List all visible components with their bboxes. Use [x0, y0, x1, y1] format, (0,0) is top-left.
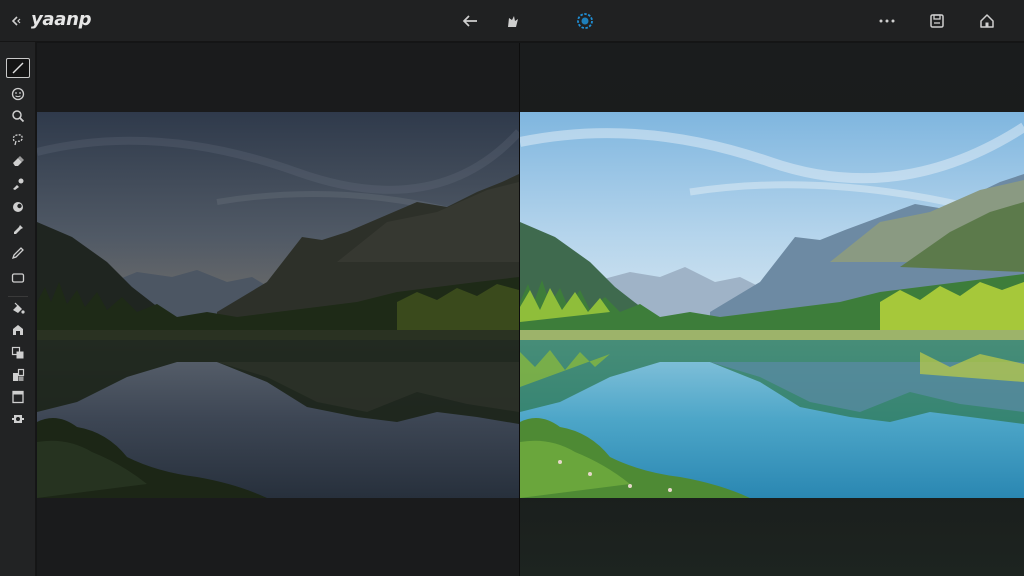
tool-blur[interactable]	[6, 197, 30, 217]
tool-stamp[interactable]	[6, 320, 30, 340]
tool-dropper[interactable]	[6, 220, 30, 240]
ai-enhance-icon	[577, 13, 593, 29]
ai-enhance-button[interactable]	[574, 0, 596, 42]
fill-icon	[13, 302, 25, 314]
tool-frame[interactable]	[6, 268, 30, 288]
tool-healing[interactable]	[6, 174, 30, 194]
save-button[interactable]	[926, 0, 948, 42]
after-photo[interactable]	[520, 112, 1024, 498]
face-retouch-icon	[11, 87, 25, 101]
collapse-button[interactable]	[6, 0, 26, 42]
frame-icon	[11, 273, 25, 283]
transform-icon	[11, 346, 24, 359]
home-button[interactable]	[976, 0, 998, 42]
lake-landscape-after	[520, 112, 1024, 498]
healing-icon	[13, 178, 24, 190]
collapse-icon	[11, 16, 21, 26]
brush-button[interactable]	[502, 0, 524, 42]
tool-zoom[interactable]	[6, 106, 30, 126]
brush-icon	[508, 16, 518, 27]
home-icon	[980, 14, 994, 28]
dropper-icon	[14, 225, 23, 234]
layers-icon	[13, 368, 25, 381]
crop-icon	[12, 62, 24, 74]
tool-layers[interactable]	[6, 365, 30, 385]
save-icon	[930, 14, 944, 28]
tool-separator	[8, 296, 28, 297]
eraser-icon	[13, 156, 24, 166]
tool-transform[interactable]	[6, 343, 30, 363]
blur-icon	[13, 202, 23, 212]
tool-rail	[0, 42, 36, 576]
tool-eraser[interactable]	[6, 151, 30, 171]
lasso-icon	[12, 134, 23, 146]
more-icon	[879, 19, 895, 23]
undo-button[interactable]	[458, 0, 482, 42]
tool-face-retouch[interactable]	[6, 84, 30, 104]
tool-pen[interactable]	[6, 243, 30, 263]
tool-export[interactable]	[6, 387, 30, 407]
settings-icon	[12, 415, 24, 423]
tool-crop[interactable]	[6, 58, 30, 78]
more-button[interactable]	[876, 0, 898, 42]
top-bar: yaanp	[0, 0, 1024, 42]
canvas-workspace[interactable]	[37, 43, 1024, 576]
pen-icon	[11, 247, 24, 260]
lake-landscape-before	[37, 112, 519, 498]
stamp-icon	[13, 325, 23, 335]
export-icon	[12, 390, 24, 404]
app-logo[interactable]: yaanp	[31, 9, 92, 30]
tool-lasso[interactable]	[6, 129, 30, 149]
before-photo[interactable]	[37, 112, 519, 498]
tool-fill[interactable]	[6, 298, 30, 318]
back-arrow-icon	[462, 15, 477, 27]
tool-settings[interactable]	[6, 409, 30, 429]
zoom-icon	[12, 110, 25, 123]
